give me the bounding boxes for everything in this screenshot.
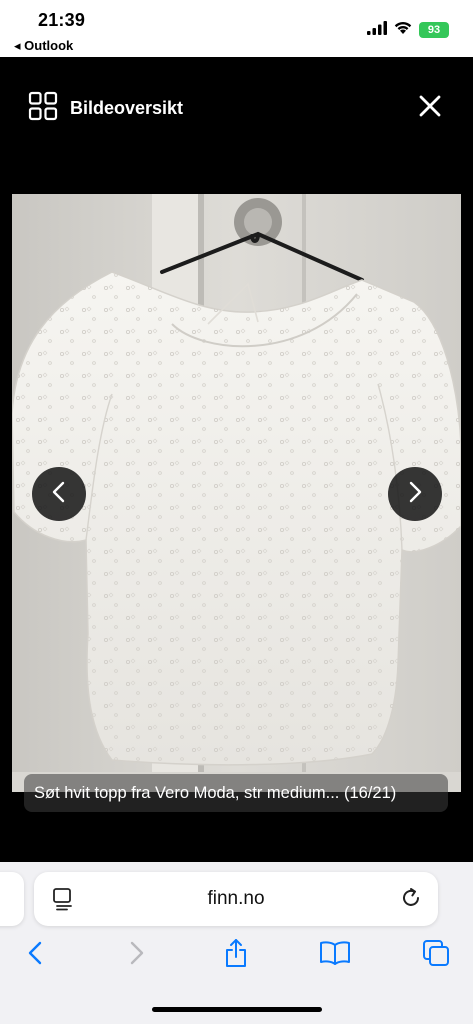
bookmarks-button[interactable] [320,940,350,970]
share-icon [223,938,249,973]
cellular-signal-icon [367,20,387,40]
status-icons: 93 [367,20,449,40]
grid-icon [28,91,58,126]
close-icon [417,95,443,123]
reload-icon[interactable] [400,887,422,914]
image-caption: Søt hvit topp fra Vero Moda, str medium.… [24,774,448,812]
battery-icon: 93 [419,22,449,38]
url-text: finn.no [207,888,265,909]
tabs-button[interactable] [421,939,451,972]
chevron-left-icon [51,481,67,508]
image-overview-button[interactable]: Bildeoversikt [28,91,183,126]
image-viewer: Bildeoversikt Søt hvit topp fra Vero Mod… [0,57,473,862]
book-icon [319,940,351,971]
viewer-header: Bildeoversikt [0,57,473,153]
home-indicator[interactable] [152,1007,322,1012]
status-time: 21:39 [38,10,86,30]
share-button[interactable] [221,938,251,973]
tabs-icon [422,939,450,972]
close-button[interactable] [417,93,443,119]
address-bar[interactable]: finn.no [34,872,438,926]
forward-button[interactable] [122,940,152,970]
previous-tab-preview[interactable] [0,872,24,926]
previous-image-button[interactable] [32,467,86,521]
browser-toolbar [0,938,473,976]
wifi-icon [393,20,413,40]
browser-chrome: finn.no [0,862,473,1024]
back-to-app-link[interactable]: ◂ Outlook [14,38,73,54]
back-button[interactable] [20,940,50,970]
chevron-right-icon [407,481,423,508]
status-bar: 21:39 ◂ Outlook 93 [0,0,473,57]
image-overview-label: Bildeoversikt [70,98,184,118]
next-image-button[interactable] [388,467,442,521]
chevron-left-icon [27,940,43,971]
chevron-right-icon [129,940,145,971]
